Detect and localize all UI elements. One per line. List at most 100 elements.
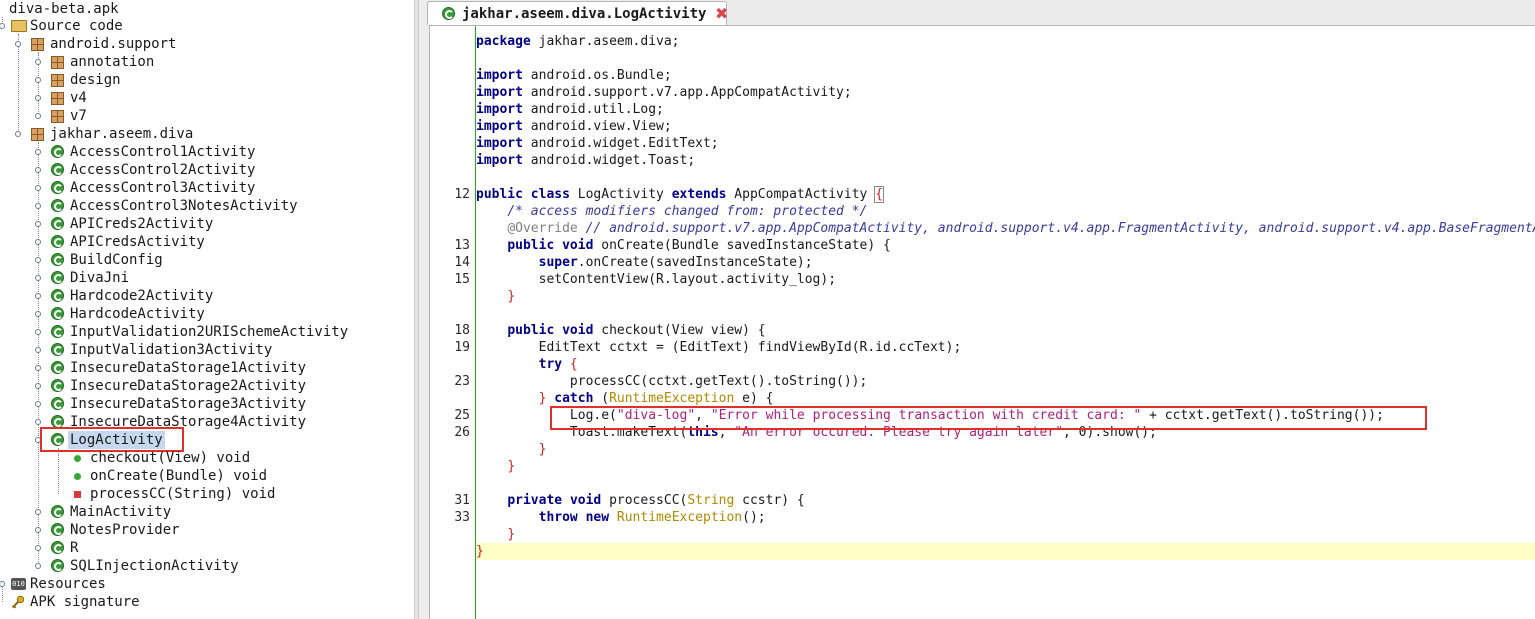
expand-toggle[interactable] [35, 221, 41, 227]
line-number: 15 [454, 272, 470, 287]
class-icon [51, 397, 64, 410]
tree-node-resources[interactable]: 010 Resources [0, 575, 400, 593]
tree-node-label: v4 [70, 90, 87, 106]
tree-node-class[interactable]: Hardcode2Activity [0, 287, 400, 305]
key-icon [11, 595, 25, 609]
tree-node-class[interactable]: BuildConfig [0, 251, 400, 269]
tree-node-label: AccessControl3NotesActivity [70, 198, 298, 214]
code-line: } [507, 289, 516, 304]
tree-node-label: Source code [30, 18, 123, 34]
tree-node-label: APICredsActivity [70, 234, 205, 250]
expand-toggle[interactable] [35, 77, 41, 83]
expand-toggle[interactable] [35, 275, 41, 281]
expand-toggle[interactable] [35, 401, 41, 407]
code-line: import android.widget.EditText; [476, 136, 719, 151]
code-editor[interactable]: 12 13 14 15 18 19 23 25 26 31 33 package… [429, 25, 1535, 619]
expand-toggle[interactable] [0, 581, 5, 587]
code-line: import android.util.Log; [476, 102, 664, 117]
class-icon [51, 379, 64, 392]
tree-node-label: APICreds2Activity [70, 216, 214, 232]
expand-toggle[interactable] [35, 509, 41, 515]
tree-node-apk[interactable]: diva-beta.apk [0, 0, 400, 18]
tree-node-source-code[interactable]: Source code [0, 17, 400, 35]
tree-node-class[interactable]: InsecureDataStorage3Activity [0, 395, 400, 413]
tree-node-class[interactable]: HardcodeActivity [0, 305, 400, 323]
tree-node-diva-package[interactable]: jakhar.aseem.diva [0, 125, 400, 143]
project-tree[interactable]: diva-beta.apk Source code android.suppor… [0, 0, 414, 619]
expand-toggle[interactable] [35, 311, 41, 317]
expand-toggle[interactable] [35, 185, 41, 191]
tree-node-package[interactable]: annotation [0, 53, 400, 71]
tree-node-package[interactable]: v7 [0, 107, 400, 125]
expand-toggle[interactable] [35, 203, 41, 209]
package-icon [51, 92, 64, 105]
code-line: import android.support.v7.app.AppCompatA… [476, 85, 852, 100]
tree-node-label: v7 [70, 108, 87, 124]
expand-toggle[interactable] [15, 41, 21, 47]
public-method-icon [74, 473, 81, 480]
tree-node-class[interactable]: SQLInjectionActivity [0, 557, 400, 575]
tree-node-method[interactable]: checkout(View) void [0, 449, 400, 467]
expand-toggle[interactable] [0, 23, 5, 29]
expand-toggle[interactable] [35, 59, 41, 65]
expand-toggle[interactable] [35, 527, 41, 533]
expand-toggle[interactable] [35, 365, 41, 371]
code-line: public class LogActivity extends AppComp… [476, 186, 885, 203]
code-line: super.onCreate(savedInstanceState); [538, 255, 813, 270]
code-line: /* access modifiers changed from: protec… [507, 204, 868, 219]
code-line: throw new RuntimeException(); [538, 510, 766, 525]
tree-node-class[interactable]: InputValidation2URISchemeActivity [0, 323, 400, 341]
class-icon [51, 217, 64, 230]
tree-node-class[interactable]: APICreds2Activity [0, 215, 400, 233]
expand-toggle[interactable] [35, 347, 41, 353]
class-icon [51, 253, 64, 266]
tab-logactivity[interactable]: jakhar.aseem.diva.LogActivity ✖ [427, 1, 728, 26]
tree-node-class[interactable]: AccessControl2Activity [0, 161, 400, 179]
tree-node-class[interactable]: APICredsActivity [0, 233, 400, 251]
code-line: package jakhar.aseem.diva; [476, 34, 680, 49]
tree-node-class[interactable]: AccessControl3Activity [0, 179, 400, 197]
expand-toggle[interactable] [35, 419, 41, 425]
expand-toggle[interactable] [35, 149, 41, 155]
expand-toggle[interactable] [35, 563, 41, 569]
tree-node-class[interactable]: InsecureDataStorage2Activity [0, 377, 400, 395]
tree-node-label: APK signature [30, 594, 140, 610]
tree-node-label: AccessControl3Activity [70, 180, 256, 196]
expand-toggle[interactable] [35, 113, 41, 119]
code-line: import android.widget.Toast; [476, 153, 696, 168]
line-number: 23 [454, 374, 470, 389]
class-icon [51, 199, 64, 212]
expand-toggle[interactable] [35, 95, 41, 101]
tree-node-class[interactable]: R [0, 539, 400, 557]
expand-toggle[interactable] [35, 545, 41, 551]
package-icon [51, 56, 64, 69]
tree-node-package[interactable]: v4 [0, 89, 400, 107]
tree-node-package[interactable]: design [0, 71, 400, 89]
tree-node-class[interactable]: InputValidation3Activity [0, 341, 400, 359]
class-icon [51, 541, 64, 554]
expand-toggle[interactable] [35, 239, 41, 245]
tree-node-class[interactable]: NotesProvider [0, 521, 400, 539]
expand-toggle[interactable] [35, 329, 41, 335]
tree-node-class[interactable]: MainActivity [0, 503, 400, 521]
tree-node-class[interactable]: DivaJni [0, 269, 400, 287]
class-icon [51, 559, 64, 572]
expand-toggle[interactable] [35, 383, 41, 389]
package-icon [51, 110, 64, 123]
tree-node-class[interactable]: AccessControl3NotesActivity [0, 197, 400, 215]
line-number: 18 [454, 323, 470, 338]
editor-pane: jakhar.aseem.diva.LogActivity ✖ 12 13 14… [419, 0, 1535, 619]
tree-node-apk-signature[interactable]: APK signature [0, 593, 400, 611]
expand-toggle[interactable] [15, 131, 21, 137]
tree-node-android-support[interactable]: android.support [0, 35, 400, 53]
tree-node-class[interactable]: InsecureDataStorage1Activity [0, 359, 400, 377]
expand-toggle[interactable] [35, 167, 41, 173]
line-number: 12 [454, 187, 470, 202]
tree-node-method[interactable]: onCreate(Bundle) void [0, 467, 400, 485]
tree-node-method[interactable]: processCC(String) void [0, 485, 400, 503]
line-number: 25 [454, 408, 470, 423]
expand-toggle[interactable] [35, 293, 41, 299]
expand-toggle[interactable] [35, 257, 41, 263]
tree-node-class[interactable]: AccessControl1Activity [0, 143, 400, 161]
close-icon[interactable]: ✖ [715, 2, 728, 26]
